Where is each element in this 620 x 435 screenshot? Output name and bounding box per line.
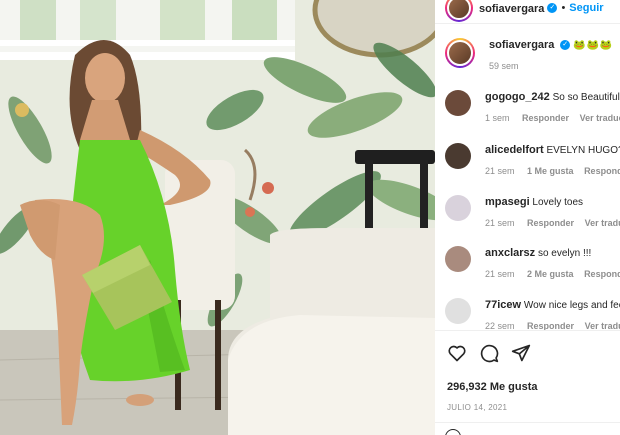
author-avatar[interactable] xyxy=(445,0,473,22)
translate-button[interactable]: Ver traducción xyxy=(585,321,620,330)
comment-item: alicedelfort EVELYN HUGO? 21 sem 1 Me gu… xyxy=(445,143,620,178)
comment-text: So so Beautiful xyxy=(552,92,620,103)
comment-meta: 21 sem 2 Me gusta Responder xyxy=(485,267,620,281)
post-photo[interactable] xyxy=(0,0,435,435)
comment-item: anxclarsz so evelyn !!! 21 sem 2 Me gust… xyxy=(445,246,620,281)
add-comment-bar xyxy=(435,422,620,435)
comment-time: 1 sem xyxy=(485,113,510,123)
comment-meta: 1 sem Responder Ver traducción xyxy=(485,111,620,125)
comments-list[interactable]: sofiavergara ✓ 🐸🐸🐸 59 sem gogogo_242 So … xyxy=(435,30,620,330)
comment-time: 22 sem xyxy=(485,321,515,330)
commenter-avatar[interactable] xyxy=(445,246,471,272)
author-username[interactable]: sofiavergara xyxy=(479,0,544,17)
comment-username[interactable]: anxclarsz xyxy=(485,247,535,259)
caption-item: sofiavergara ✓ 🐸🐸🐸 59 sem xyxy=(445,38,620,73)
comment-likes[interactable]: 1 Me gusta xyxy=(527,166,574,176)
verified-badge-icon: ✓ xyxy=(560,40,571,51)
comment-text: so evelyn !!! xyxy=(537,248,592,259)
caption-avatar[interactable] xyxy=(445,38,475,68)
comment-time: 21 sem xyxy=(485,166,515,176)
post-image xyxy=(0,0,435,435)
comment-username[interactable]: gogogo_242 xyxy=(485,91,550,103)
comment-item: 77icew Wow nice legs and feet 22 sem Res… xyxy=(445,298,620,330)
like-count[interactable]: 296,932 Me gusta xyxy=(447,381,608,393)
translate-button[interactable]: Ver traducción xyxy=(585,218,620,228)
post-header: sofiavergara ✓ • Seguir xyxy=(435,0,620,24)
reply-button[interactable]: Responder xyxy=(527,321,574,330)
caption-meta: 59 sem xyxy=(489,59,613,73)
translate-button[interactable]: Ver traducción xyxy=(580,113,620,123)
emoji-icon[interactable] xyxy=(445,429,461,435)
comment-item: mpasegi Lovely toes 21 sem Responder Ver… xyxy=(445,195,620,230)
comment-username[interactable]: alicedelfort xyxy=(485,144,544,156)
caption-time: 59 sem xyxy=(489,61,519,71)
comment-time: 21 sem xyxy=(485,218,515,228)
separator-dot: • xyxy=(561,1,566,14)
follow-button[interactable]: Seguir xyxy=(569,2,603,14)
post-actions: 296,932 Me gusta JULIO 14, 2021 xyxy=(435,330,620,412)
comment-text: Lovely toes xyxy=(532,197,584,208)
reply-button[interactable]: Responder xyxy=(584,269,620,279)
comment-meta: 22 sem Responder Ver traducción xyxy=(485,319,620,330)
commenter-avatar[interactable] xyxy=(445,195,471,221)
comment-username[interactable]: mpasegi xyxy=(485,196,530,208)
comment-item: gogogo_242 So so Beautiful 1 sem Respond… xyxy=(445,90,620,125)
commenter-avatar[interactable] xyxy=(445,90,471,116)
caption-text: 🐸🐸🐸 xyxy=(573,40,614,51)
reply-button[interactable]: Responder xyxy=(522,113,569,123)
author-name[interactable]: sofiavergara xyxy=(479,3,544,15)
action-icons xyxy=(447,341,608,365)
comment-meta: 21 sem 1 Me gusta Responder xyxy=(485,164,620,178)
reply-button[interactable]: Responder xyxy=(584,166,620,176)
post-date: JULIO 14, 2021 xyxy=(447,403,508,412)
share-icon[interactable] xyxy=(511,343,531,363)
heart-icon[interactable] xyxy=(447,343,467,363)
post-side-panel: sofiavergara ✓ • Seguir sofiavergara ✓ 🐸… xyxy=(435,0,620,435)
comment-username[interactable]: 77icew xyxy=(485,299,521,311)
commenter-avatar[interactable] xyxy=(445,143,471,169)
comment-time: 21 sem xyxy=(485,269,515,279)
comment-text: Wow nice legs and feet xyxy=(523,300,620,311)
commenter-avatar[interactable] xyxy=(445,298,471,324)
comment-text: EVELYN HUGO? xyxy=(546,145,620,156)
comment-icon[interactable] xyxy=(479,343,499,363)
comment-likes[interactable]: 2 Me gusta xyxy=(527,269,574,279)
caption-username[interactable]: sofiavergara xyxy=(489,39,554,51)
reply-button[interactable]: Responder xyxy=(527,218,574,228)
comment-meta: 21 sem Responder Ver traducción xyxy=(485,216,620,230)
verified-badge-icon: ✓ xyxy=(547,2,558,13)
